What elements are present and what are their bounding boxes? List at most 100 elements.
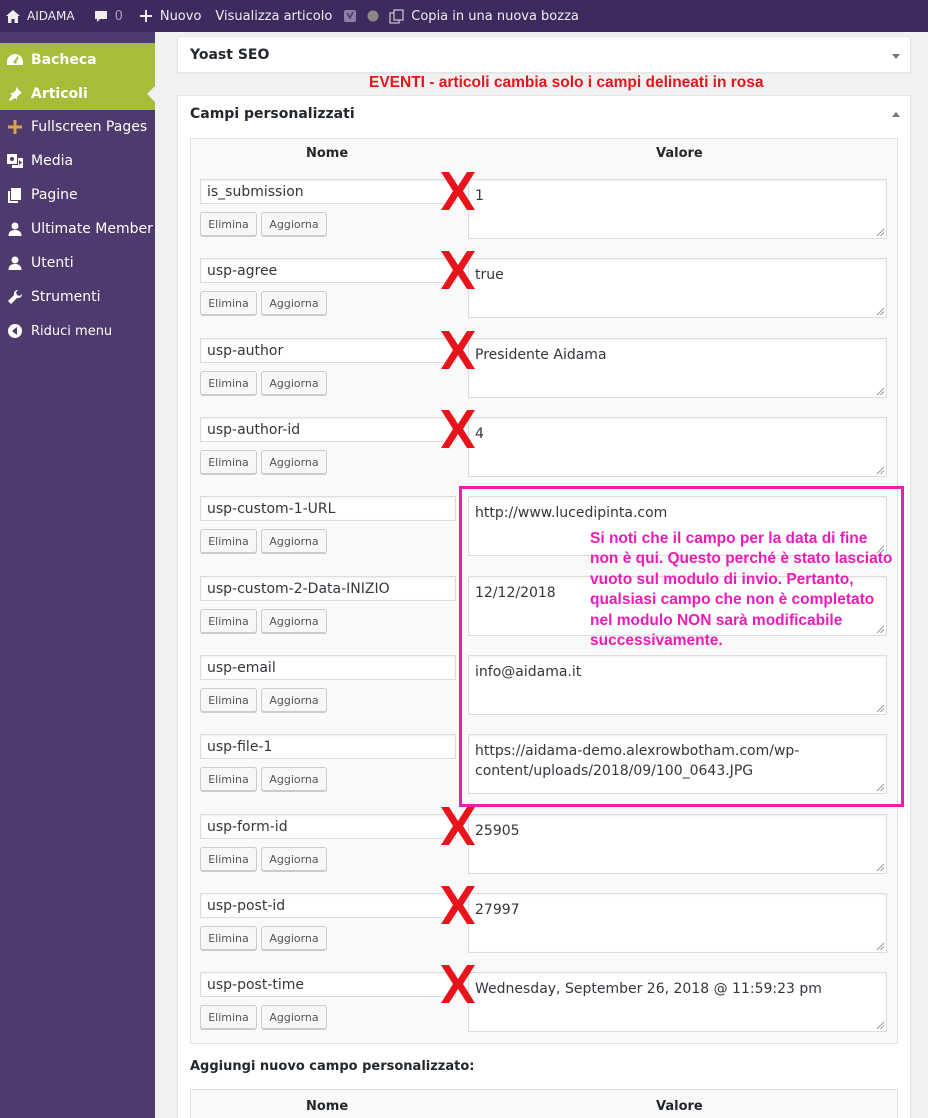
sidebar-item-fullscreen-pages[interactable]: Fullscreen Pages [0,110,155,144]
cross-mark-icon [441,410,475,448]
delete-button[interactable]: Elimina [200,847,257,871]
sidebar-item-label: Media [31,153,74,169]
chevron-up-icon[interactable] [892,112,900,117]
cross-mark-icon [441,886,475,924]
field-name-text: usp-author [207,342,284,359]
field-name-text: usp-author-id [207,421,301,438]
sidebar-collapse-menu[interactable]: Riduci menu [0,314,155,348]
new-content-link[interactable]: Nuovo [130,0,209,32]
media-icon [5,151,25,171]
delete-button[interactable]: Elimina [200,1005,257,1029]
update-button[interactable]: Aggiorna [261,212,327,236]
wrench-icon [5,287,25,307]
field-value-textarea[interactable]: true [468,258,887,318]
update-button-label: Aggiorna [269,1010,319,1024]
field-name-text: usp-email [207,659,276,676]
plus-icon [5,117,25,137]
delete-button[interactable]: Elimina [200,609,257,633]
update-button[interactable]: Aggiorna [261,291,327,315]
update-button[interactable]: Aggiorna [261,609,327,633]
update-button-label: Aggiorna [269,534,319,548]
field-value-textarea[interactable]: 27997 [468,893,887,953]
sidebar-item-bacheca[interactable]: Bacheca [0,43,155,77]
field-value-textarea[interactable]: 25905 [468,814,887,874]
field-name-input[interactable]: usp-email [200,655,456,680]
delete-button[interactable]: Elimina [200,371,257,395]
site-name-link[interactable]: AIDAMA [0,0,82,32]
field-name-input[interactable]: is_submission [200,179,456,204]
yoast-seo-box: Yoast SEO [177,36,911,73]
field-value-text: Wednesday, September 26, 2018 @ 11:59:23… [475,981,822,997]
yoast-icon [343,8,357,24]
field-name-input[interactable]: usp-author [200,338,456,363]
update-button[interactable]: Aggiorna [261,688,327,712]
field-value-text: true [475,267,504,283]
field-name-input[interactable]: usp-file-1 [200,734,456,759]
copy-draft-link[interactable]: Copia in una nuova bozza [385,0,586,32]
delete-button[interactable]: Elimina [200,767,257,791]
delete-button[interactable]: Elimina [200,926,257,950]
field-value-textarea[interactable]: 4 [468,417,887,477]
field-name-text: usp-custom-1-URL [207,500,336,517]
collapse-icon [5,321,25,341]
field-value-textarea[interactable]: Wednesday, September 26, 2018 @ 11:59:23… [468,972,887,1032]
view-post-label: Visualizza articolo [215,8,333,24]
field-name-input[interactable]: usp-post-id [200,893,456,918]
add-new-header-name: Nome [306,1099,349,1114]
comments-link[interactable]: 0 [82,0,130,32]
sidebar-item-media[interactable]: Media [0,144,155,178]
yoast-menu[interactable] [339,0,361,32]
delete-button-label: Elimina [208,376,249,390]
delete-button[interactable]: Elimina [200,212,257,236]
sidebar-item-label: Strumenti [31,289,101,305]
field-name-input[interactable]: usp-custom-2-Data-INIZIO [200,576,456,601]
update-button[interactable]: Aggiorna [261,767,327,791]
update-button[interactable]: Aggiorna [261,450,327,474]
copy-icon [389,8,404,24]
field-value-text: Presidente Aidama [475,347,607,363]
delete-button[interactable]: Elimina [200,450,257,474]
annotation-note: Si noti che il campo per la data di fine… [590,530,893,650]
field-name-input[interactable]: usp-custom-1-URL [200,496,456,521]
update-button-label: Aggiorna [269,455,319,469]
users-icon [5,253,25,273]
field-name-text: usp-agree [207,262,278,279]
delete-button-label: Elimina [208,931,249,945]
sidebar-item-ultimate-member[interactable]: Ultimate Member [0,212,155,246]
yoast-seo-title[interactable]: Yoast SEO [178,37,910,73]
field-name-input[interactable]: usp-agree [200,258,456,283]
add-new-field-label: Aggiungi nuovo campo personalizzato: [190,1059,475,1074]
delete-button[interactable]: Elimina [200,291,257,315]
user-icon [5,219,25,239]
comments-count: 0 [114,8,123,24]
field-value-textarea[interactable]: 1 [468,179,887,239]
update-button[interactable]: Aggiorna [261,1005,327,1029]
sidebar-item-label: Fullscreen Pages [31,119,148,135]
update-button-label: Aggiorna [269,217,319,231]
update-button[interactable]: Aggiorna [261,371,327,395]
field-name-input[interactable]: usp-form-id [200,814,456,839]
update-button[interactable]: Aggiorna [261,847,327,871]
update-button[interactable]: Aggiorna [261,926,327,950]
sidebar-item-articoli[interactable]: Articoli [0,77,155,110]
update-button[interactable]: Aggiorna [261,529,327,553]
sidebar-item-utenti[interactable]: Utenti [0,246,155,280]
field-name-input[interactable]: usp-post-time [200,972,456,997]
chevron-down-icon[interactable] [892,54,900,59]
pages-icon [5,185,25,205]
update-button-label: Aggiorna [269,772,319,786]
delete-button[interactable]: Elimina [200,688,257,712]
field-name-input[interactable]: usp-author-id [200,417,456,442]
field-value-textarea[interactable]: Presidente Aidama [468,338,887,398]
sidebar-item-label: Bacheca [31,52,97,68]
custom-fields-title[interactable]: Campi personalizzati [178,96,910,132]
delete-button-label: Elimina [208,614,249,628]
cross-mark-icon [441,331,475,369]
sidebar-item-pagine[interactable]: Pagine [0,178,155,212]
delete-button-label: Elimina [208,534,249,548]
cross-mark-icon [441,251,475,289]
delete-button[interactable]: Elimina [200,529,257,553]
copy-draft-label: Copia in una nuova bozza [411,8,579,24]
view-post-link[interactable]: Visualizza articolo [208,0,339,32]
sidebar-item-strumenti[interactable]: Strumenti [0,280,155,314]
